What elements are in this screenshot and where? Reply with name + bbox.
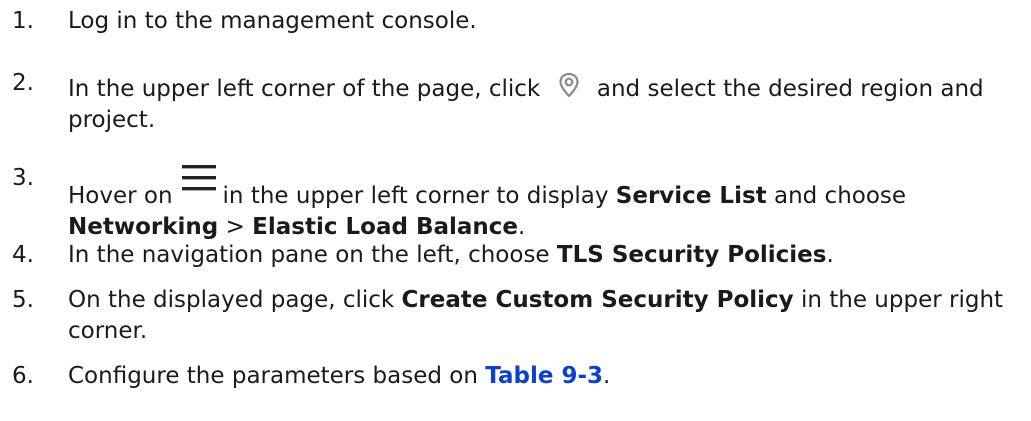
step-text: In the upper left corner of the page, cl… xyxy=(68,68,1018,136)
step-4-end: . xyxy=(826,242,834,268)
step-number: 2. xyxy=(12,70,34,96)
step-3-end: . xyxy=(518,214,526,240)
step-text: Configure the parameters based on Table … xyxy=(68,361,1018,392)
create-custom-security-policy-label: Create Custom Security Policy xyxy=(401,287,794,313)
tls-security-policies-label: TLS Security Policies xyxy=(556,242,827,268)
step-text: In the navigation pane on the left, choo… xyxy=(68,240,1018,271)
location-pin-icon xyxy=(548,68,590,105)
step-3-mid: in the upper left corner to display xyxy=(222,183,609,209)
service-list-label: Service List xyxy=(615,183,767,209)
networking-label: Networking xyxy=(68,214,219,240)
menu-icon xyxy=(173,163,223,212)
step-number: 3. xyxy=(12,165,34,191)
step-number: 1. xyxy=(12,8,34,34)
step-2-pre: In the upper left corner of the page, cl… xyxy=(68,76,541,102)
step-5-pre: On the displayed page, click xyxy=(68,287,395,313)
step-number: 5. xyxy=(12,287,34,313)
step-text: On the displayed page, click Create Cust… xyxy=(68,285,1018,347)
step-1-text: Log in to the management console. xyxy=(68,8,477,34)
procedure-steps: 1. Log in to the management console. 2. … xyxy=(0,0,1031,421)
step-text: Hover on in the upper left corner to disp… xyxy=(68,163,1018,243)
step-6-end: . xyxy=(603,363,611,389)
step-number: 4. xyxy=(12,242,34,268)
step-6-pre: Configure the parameters based on xyxy=(68,363,478,389)
step-4-pre: In the navigation pane on the left, choo… xyxy=(68,242,550,268)
step-number: 6. xyxy=(12,363,34,389)
step-3-mid2: and choose xyxy=(773,183,907,209)
breadcrumb-separator: > xyxy=(225,214,245,240)
step-3-pre: Hover on xyxy=(68,183,173,209)
elastic-load-balance-label: Elastic Load Balance xyxy=(252,214,519,240)
table-9-3-link[interactable]: Table 9-3 xyxy=(485,363,603,389)
step-text: Log in to the management console. xyxy=(68,6,1018,37)
